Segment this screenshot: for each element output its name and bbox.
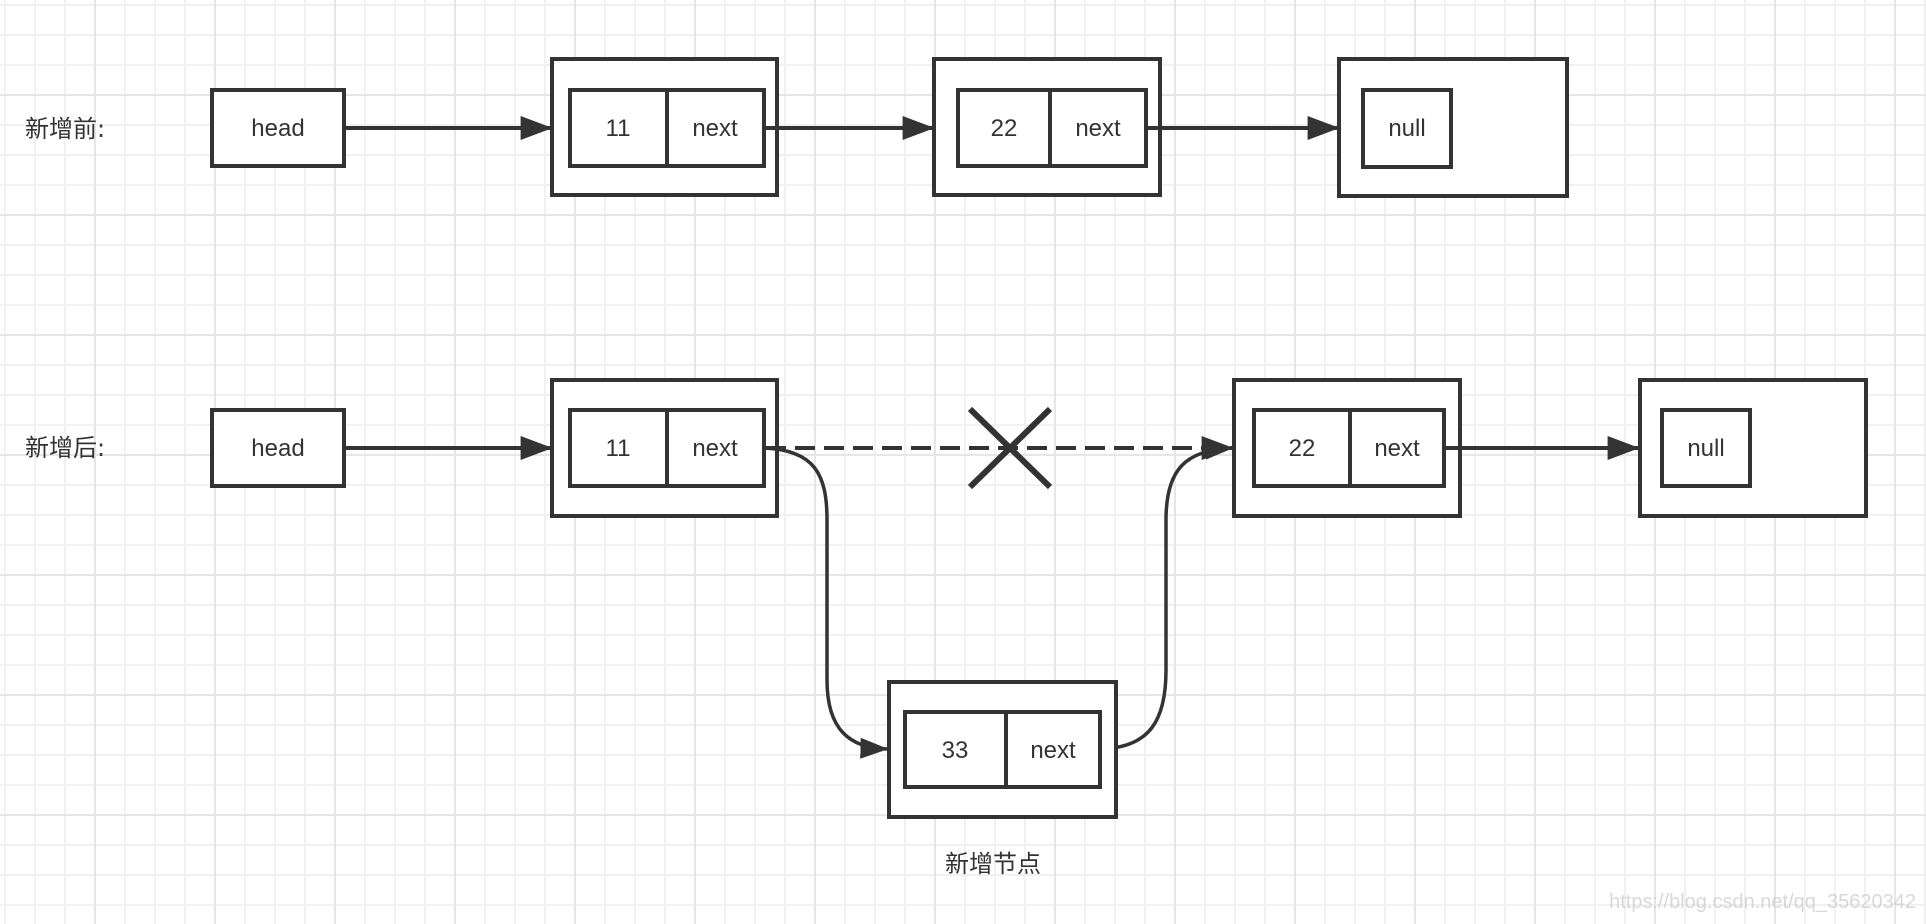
node-value: 22 (1289, 435, 1316, 462)
new-link-33-to-22 (1099, 438, 1234, 751)
node-pointer: next (1075, 115, 1121, 142)
head-box[interactable]: head (210, 88, 346, 168)
node-null[interactable]: null (1337, 57, 1569, 198)
node-11[interactable]: 11 next (550, 378, 779, 518)
linked-list-diagram: head 11 next 22 next null head 11 next 2… (210, 57, 1868, 819)
new-link-11-to-33 (763, 446, 889, 759)
node-22[interactable]: 22 next (1232, 378, 1462, 518)
node-value: 22 (991, 115, 1018, 142)
node-pointer: next (692, 435, 738, 462)
node-pointer: next (1374, 435, 1420, 462)
node-value: null (1388, 115, 1425, 142)
head-label: head (251, 435, 304, 462)
node-11[interactable]: 11 next (550, 57, 779, 197)
node-value: 11 (606, 115, 631, 142)
node-pointer: next (1030, 737, 1076, 764)
node-22[interactable]: 22 next (932, 57, 1162, 197)
after-list: head 11 next 22 next null 33 next (210, 378, 1868, 819)
node-value: null (1687, 435, 1724, 462)
node-pointer: next (692, 115, 738, 142)
node-null[interactable]: null (1638, 378, 1868, 518)
watermark: https://blog.csdn.net/qq_35620342 (1609, 891, 1916, 913)
head-label: head (251, 115, 304, 142)
head-box[interactable]: head (210, 408, 346, 488)
inserted-node-33[interactable]: 33 next (887, 680, 1118, 819)
node-value: 33 (942, 737, 969, 764)
before-list: head 11 next 22 next null (210, 57, 1569, 198)
node-value: 11 (606, 435, 631, 462)
